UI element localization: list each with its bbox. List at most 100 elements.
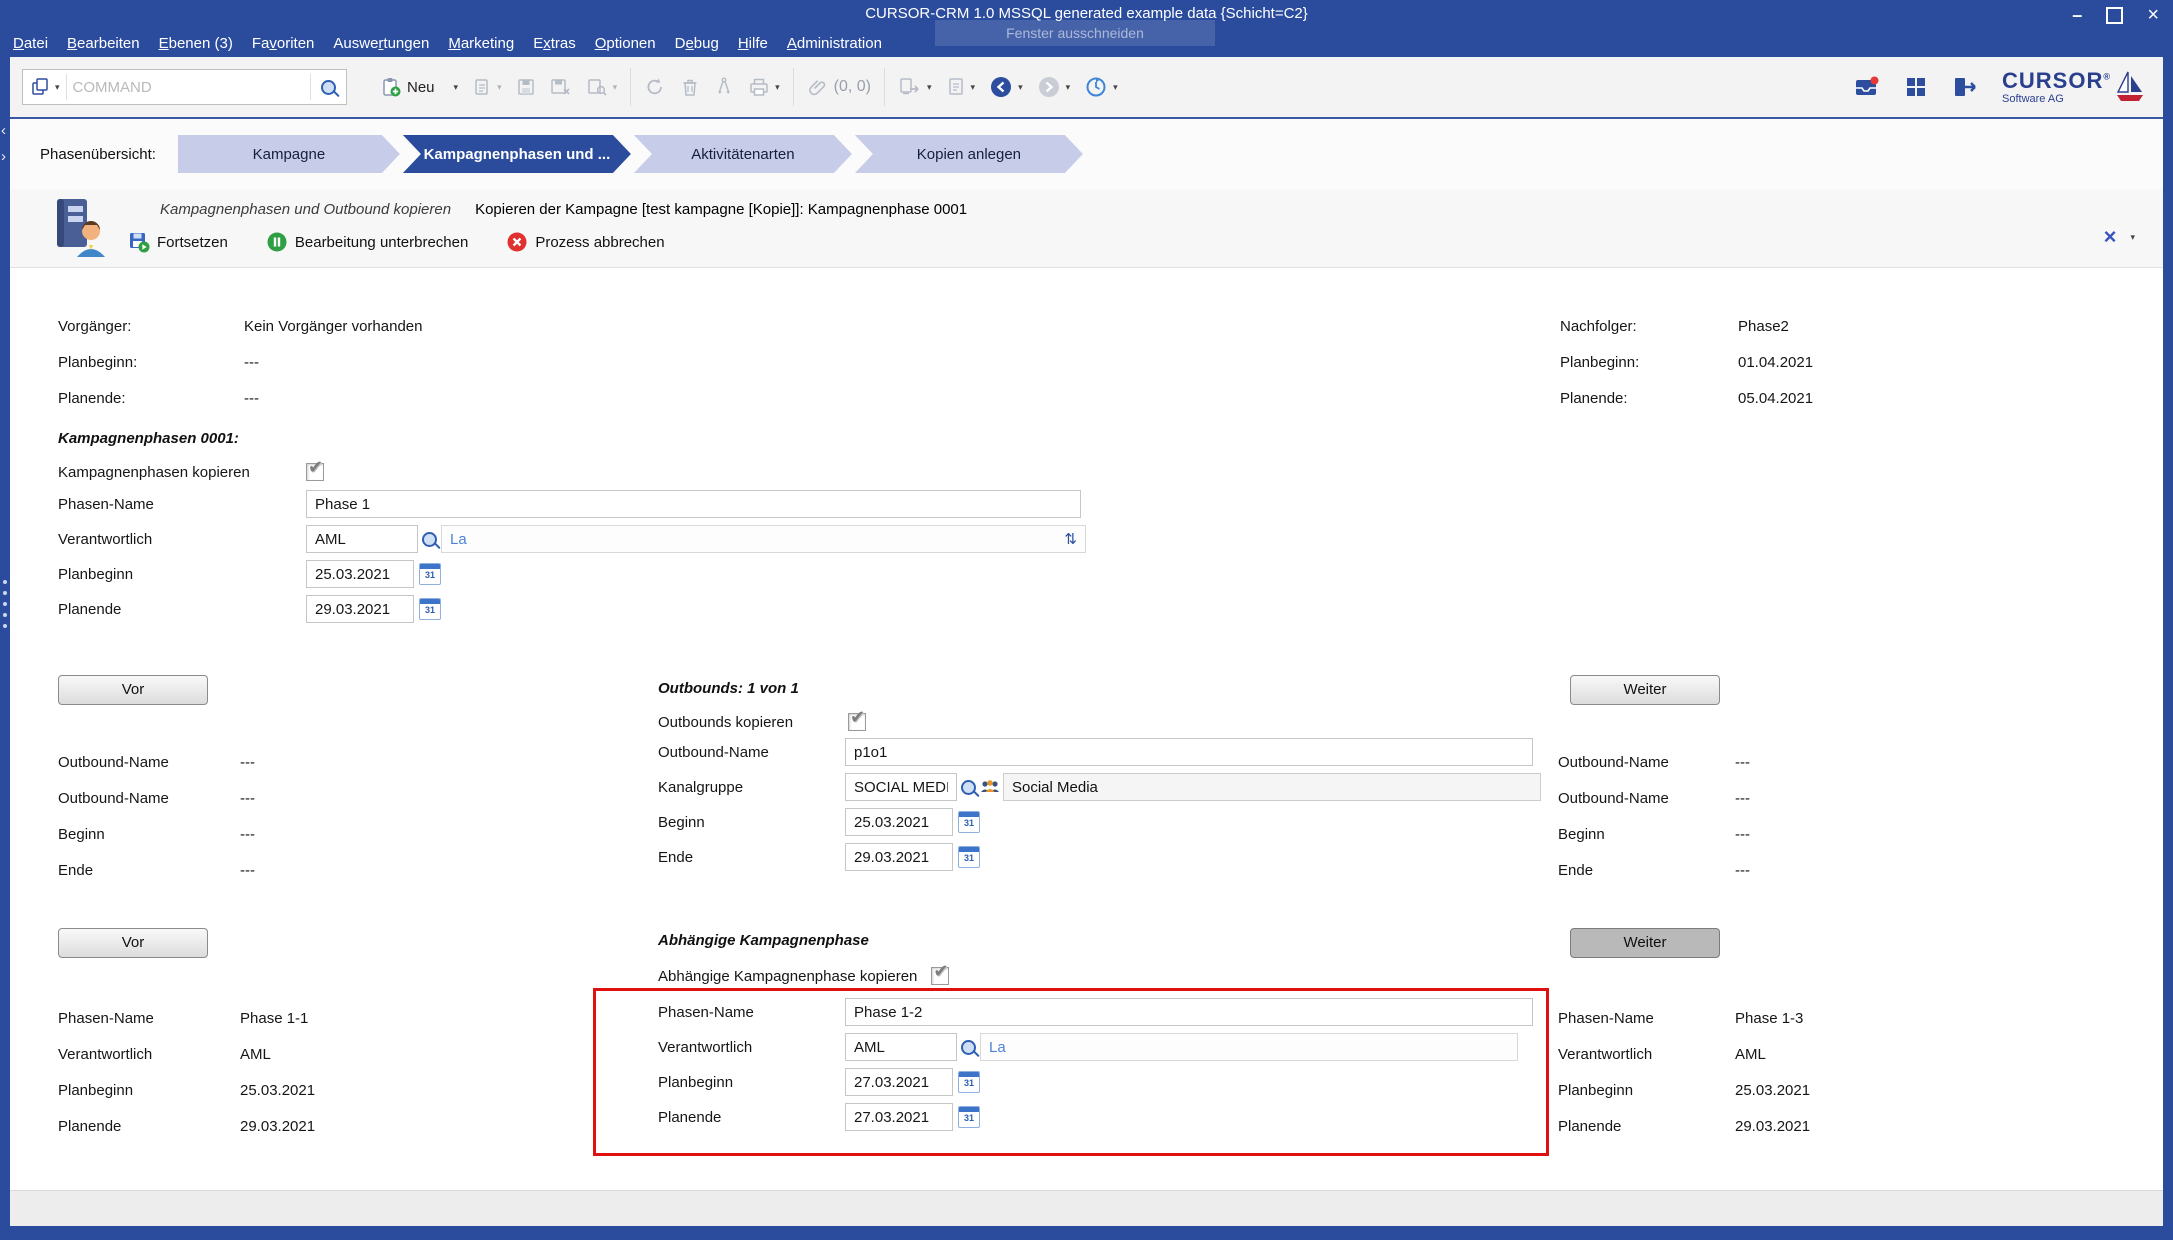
outbound-begin-input[interactable] [845,808,953,836]
next-phase-name-value: Phase 1-3 [1735,1010,1803,1027]
navigate-forward-button[interactable]: ▾ [1030,67,1078,107]
calendar-icon[interactable]: 31 [958,1071,980,1093]
phase-resp-code-input[interactable] [306,525,418,553]
command-input[interactable] [67,79,310,96]
abort-process-button[interactable]: Prozess abbrechen [506,231,664,253]
nachfolger-value: Phase2 [1738,318,1789,335]
menu-hilfe[interactable]: Hilfe [738,35,768,52]
discard-changes-button[interactable] [543,67,579,107]
menu-debug[interactable]: Debug [675,35,719,52]
navigate-back-button[interactable]: ▾ [982,67,1030,107]
copy-record-button[interactable]: ▾ [465,67,509,107]
tab-aktivitaetenarten[interactable]: Aktivitätenarten [634,135,852,173]
prev-outbound-name2-value: --- [240,790,255,807]
menu-auswertungen[interactable]: Auswertungen [333,35,429,52]
phase-copy-checkbox[interactable]: ✔ [306,463,324,481]
tab-kampagnenphasen[interactable]: Kampagnenphasen und ... [403,135,631,173]
panel-drag-handle[interactable] [3,580,7,628]
dependent-name-input[interactable] [845,998,1533,1026]
outbound-begin-label: Beginn [658,814,845,831]
menu-extras[interactable]: Extras [533,35,576,52]
dependent-end-input[interactable] [845,1103,953,1131]
chevron-down-icon: ▾ [927,83,932,92]
logout-icon[interactable] [1952,75,1978,99]
kanalgruppe-code-input[interactable] [845,773,957,801]
continue-button[interactable]: Fortsetzen [128,231,228,253]
report-button[interactable]: ▾ [939,67,983,107]
lookup-search-icon[interactable] [961,1040,976,1055]
sort-toggle-icon[interactable]: ⇅ [1064,530,1077,548]
panel-expand-right-icon[interactable]: › [1,150,6,164]
outbound-copy-checkbox[interactable]: ✔ [848,713,866,731]
calendar-icon[interactable]: 31 [419,563,441,585]
menu-ebenen[interactable]: Ebenen (3) [159,35,233,52]
phase-name-input[interactable] [306,490,1081,518]
menu-bearbeiten[interactable]: Bearbeiten [67,35,140,52]
dependent-copy-label: Abhängige Kampagnenphase kopieren [658,968,917,985]
close-process-icon[interactable]: × [2104,227,2117,247]
inbox-notification-icon[interactable] [1854,75,1880,99]
phase-begin-input[interactable] [306,560,414,588]
chevron-down-icon[interactable]: ▾ [2130,233,2135,242]
compass-icon [714,76,734,98]
prev-phase-end-label: Planende [58,1118,240,1135]
lookup-search-icon[interactable] [961,780,976,795]
dependent-begin-input[interactable] [845,1068,953,1096]
menu-marketing[interactable]: Marketing [448,35,514,52]
calendar-icon[interactable]: 31 [958,1106,980,1128]
export-icon [898,76,922,98]
trash-icon [680,76,700,98]
search-icon [321,80,336,95]
lookup-search-icon[interactable] [422,532,437,547]
close-icon[interactable]: × [2147,5,2159,25]
refresh-button[interactable] [637,67,673,107]
forward-circle-icon [1037,75,1061,99]
search-records-button[interactable]: ▾ [579,67,625,107]
pause-editing-button[interactable]: Bearbeitung unterbrechen [266,231,468,253]
prev-phase-begin-label: Planbeginn [58,1082,240,1099]
save-button[interactable] [509,67,543,107]
outbound-end-input[interactable] [845,843,953,871]
sailboat-icon [2115,70,2145,104]
calendar-icon[interactable]: 31 [419,598,441,620]
outbound-name-label: Outbound-Name [658,744,845,761]
next-outbound-name2-label: Outbound-Name [1558,790,1735,807]
outbound-next-button[interactable]: Weiter [1570,675,1720,705]
attachments-button[interactable]: (0, 0) [800,67,878,107]
apps-grid-icon[interactable] [1904,75,1928,99]
minimize-icon[interactable]: – [2072,10,2082,20]
nachfolger-planbeginn-value: 01.04.2021 [1738,354,1813,371]
new-button[interactable]: Neu ▾ [373,67,465,107]
menu-favoriten[interactable]: Favoriten [252,35,315,52]
outbound-name-input[interactable] [845,738,1533,766]
menu-administration[interactable]: Administration [787,35,882,52]
dependent-next-button[interactable]: Weiter [1570,928,1720,958]
dependent-prev-button[interactable]: Vor [58,928,208,958]
export-button[interactable]: ▾ [891,67,939,107]
menu-optionen[interactable]: Optionen [595,35,656,52]
delete-button[interactable] [673,67,707,107]
calendar-icon[interactable]: 31 [958,846,980,868]
windows-copy-icon [29,76,51,98]
window-selector-button[interactable]: ▾ [23,70,66,104]
menu-datei[interactable]: Datei [13,35,48,52]
window-border-right [2163,57,2173,1240]
tab-kopien-anlegen[interactable]: Kopien anlegen [855,135,1083,173]
prev-phase-name-label: Phasen-Name [58,1010,240,1027]
dependent-copy-checkbox[interactable]: ✔ [931,967,949,985]
print-button[interactable]: ▾ [741,67,787,107]
outbound-prev-button[interactable]: Vor [58,675,208,705]
tab-kampagne[interactable]: Kampagne [178,135,400,173]
maximize-icon[interactable] [2106,7,2123,24]
clipboard-new-icon [380,76,402,98]
process-person-book-icon [55,197,107,257]
document-search-icon [586,77,608,97]
dependent-resp-code-input[interactable] [845,1033,957,1061]
calendar-icon[interactable]: 31 [958,811,980,833]
command-search-button[interactable] [311,70,346,104]
panel-collapse-left-icon[interactable]: ‹ [1,124,6,138]
relations-button[interactable] [707,67,741,107]
phase-end-input[interactable] [306,595,414,623]
save-icon [516,77,536,97]
history-button[interactable]: ▾ [1077,67,1125,107]
